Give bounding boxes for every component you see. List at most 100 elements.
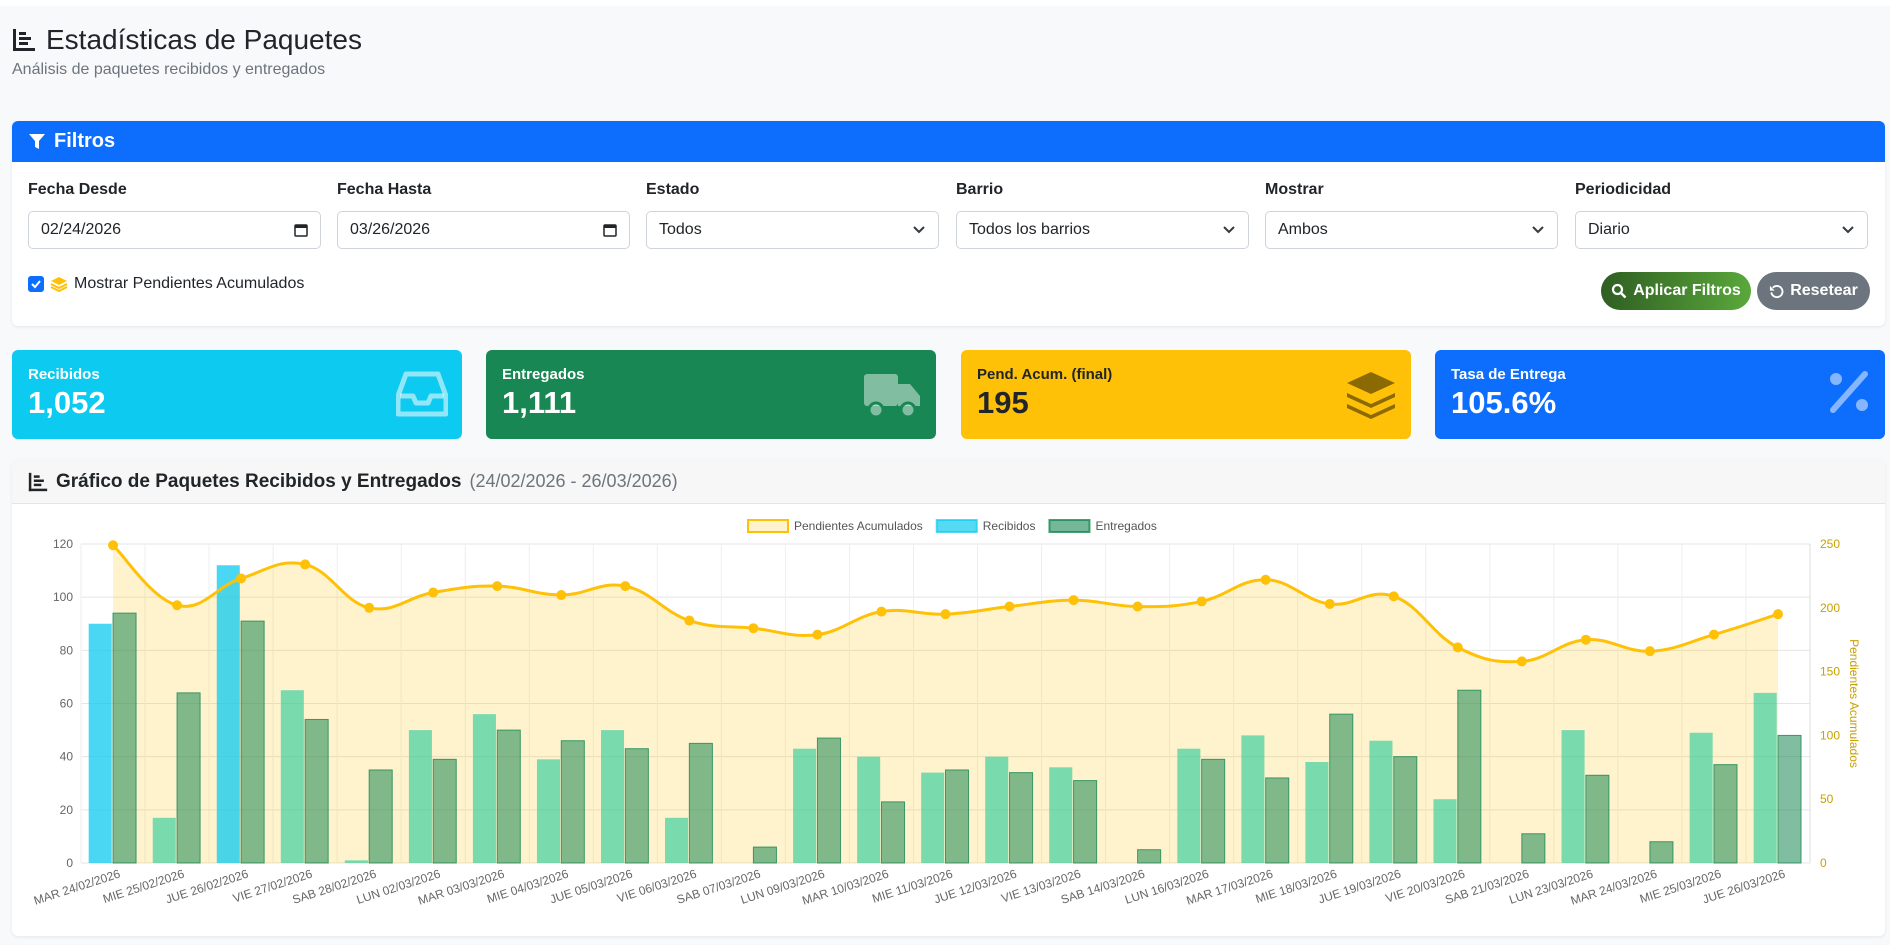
bar-entregados: [1393, 756, 1418, 864]
y-tick-label: 100: [53, 590, 73, 604]
pendientes-point: [876, 606, 887, 617]
chart-header: Gráfico de Paquetes Recibidos y Entregad…: [12, 460, 1885, 504]
bar-recibidos: [280, 690, 304, 863]
y2-tick-label: 50: [1820, 792, 1834, 806]
bar-recibidos: [1369, 740, 1393, 863]
fecha-desde-input[interactable]: 02/24/2026: [28, 211, 321, 249]
stat-card-entregados: Entregados 1,111: [486, 350, 936, 439]
stat-label-pendientes: Pend. Acum. (final): [977, 366, 1113, 383]
legend-label: Pendientes Acumulados: [794, 519, 923, 533]
fecha-hasta-label: Fecha Hasta: [337, 181, 432, 198]
bar-recibidos: [408, 730, 432, 863]
apply-filters-label: Aplicar Filtros: [1633, 282, 1741, 299]
mostrar-group: Mostrar Ambos: [1265, 181, 1558, 249]
calendar-icon[interactable]: [294, 223, 308, 237]
bar-recibidos: [1305, 761, 1329, 863]
fecha-desde-value: 02/24/2026: [41, 221, 122, 238]
bar-recibidos: [216, 565, 240, 863]
pendientes-point: [1708, 629, 1719, 640]
filter-icon: [29, 133, 45, 149]
pendientes-point: [748, 623, 759, 634]
bar-entregados: [1137, 849, 1162, 864]
pendientes-point: [1516, 656, 1527, 667]
bar-entregados: [880, 801, 906, 864]
bar-recibidos: [1049, 767, 1073, 863]
y-tick-label: 80: [60, 643, 74, 657]
stat-label-recibidos: Recibidos: [28, 366, 100, 383]
bar-entregados: [1073, 780, 1098, 864]
y-tick-label: 0: [66, 856, 73, 870]
bar-entregados: [816, 737, 841, 864]
bar-entregados: [1009, 772, 1034, 864]
bar-entregados: [1713, 764, 1738, 864]
bar-entregados: [368, 769, 393, 864]
bar-recibidos: [985, 756, 1009, 863]
filters-title: Filtros: [54, 130, 116, 152]
stat-value-pendientes: 195: [977, 385, 1029, 420]
pendientes-point: [1068, 595, 1079, 606]
chart-bar-icon: [13, 29, 35, 51]
bar-entregados: [1585, 774, 1610, 864]
pendientes-checkbox-label: Mostrar Pendientes Acumulados: [74, 275, 305, 292]
stat-card-tasa: Tasa de Entrega 105.6%: [1435, 350, 1885, 439]
bar-entregados: [1777, 734, 1802, 864]
pendientes-point: [1580, 634, 1591, 645]
legend-swatch: [747, 519, 789, 533]
bar-recibidos: [1561, 730, 1585, 863]
estado-group: Estado Todos: [646, 181, 939, 249]
fecha-hasta-group: Fecha Hasta 03/26/2026: [337, 181, 630, 249]
y-tick-label: 60: [60, 697, 74, 711]
search-icon: [1612, 283, 1627, 299]
mostrar-select[interactable]: Ambos: [1265, 211, 1558, 249]
stat-card-pendientes: Pend. Acum. (final) 195: [961, 350, 1411, 439]
undo-icon: [1770, 284, 1784, 298]
pendientes-point: [1772, 609, 1783, 620]
inbox-icon: [396, 371, 448, 417]
pendientes-point: [108, 540, 119, 551]
bar-entregados: [624, 748, 649, 864]
chevron-down-icon: [1223, 226, 1235, 234]
bar-recibidos: [665, 817, 689, 863]
bar-recibidos: [1177, 748, 1201, 863]
reset-button[interactable]: Resetear: [1757, 272, 1870, 310]
bar-entregados: [1201, 758, 1226, 864]
estado-value: Todos: [659, 221, 702, 238]
packages-chart: 020406080100120050100150200250MAR 24/02/…: [32, 519, 1861, 908]
percent-icon: [1830, 371, 1868, 413]
legend-label: Recibidos: [983, 519, 1036, 533]
calendar-icon[interactable]: [603, 223, 617, 237]
bar-entregados: [1521, 833, 1546, 864]
bar-recibidos: [472, 714, 496, 863]
chart-bar-icon: [28, 472, 48, 491]
mostrar-label: Mostrar: [1265, 181, 1324, 198]
barrio-value: Todos los barrios: [969, 221, 1090, 238]
bar-entregados: [1457, 689, 1482, 864]
pendientes-checkbox-row[interactable]: Mostrar Pendientes Acumulados: [28, 275, 304, 293]
pendientes-point: [812, 629, 823, 640]
truck-icon: [864, 374, 920, 419]
bar-recibidos: [1433, 799, 1457, 863]
periodicidad-select[interactable]: Diario: [1575, 211, 1868, 249]
apply-filters-button[interactable]: Aplicar Filtros: [1601, 272, 1751, 310]
estado-select[interactable]: Todos: [646, 211, 939, 249]
bar-recibidos: [1753, 692, 1777, 863]
pendientes-checkbox[interactable]: [28, 276, 44, 292]
bar-entregados: [752, 846, 777, 864]
bar-entregados: [560, 740, 585, 864]
legend-swatch: [935, 519, 978, 533]
bar-entregados: [240, 620, 265, 864]
periodicidad-label: Periodicidad: [1575, 181, 1672, 198]
fecha-hasta-input[interactable]: 03/26/2026: [337, 211, 630, 249]
pendientes-point: [620, 581, 631, 592]
page-title-text: Estadísticas de Paquetes: [46, 24, 362, 55]
bar-entregados: [112, 612, 137, 864]
fecha-desde-group: Fecha Desde 02/24/2026: [28, 181, 321, 249]
reset-label: Resetear: [1790, 282, 1858, 299]
pendientes-point: [236, 573, 247, 584]
stat-value-entregados: 1,111: [502, 385, 577, 420]
mostrar-value: Ambos: [1278, 221, 1328, 238]
barrio-select[interactable]: Todos los barrios: [956, 211, 1249, 249]
bar-recibidos: [152, 817, 176, 863]
y2-tick-label: 0: [1820, 856, 1827, 870]
fecha-hasta-value: 03/26/2026: [350, 221, 431, 238]
